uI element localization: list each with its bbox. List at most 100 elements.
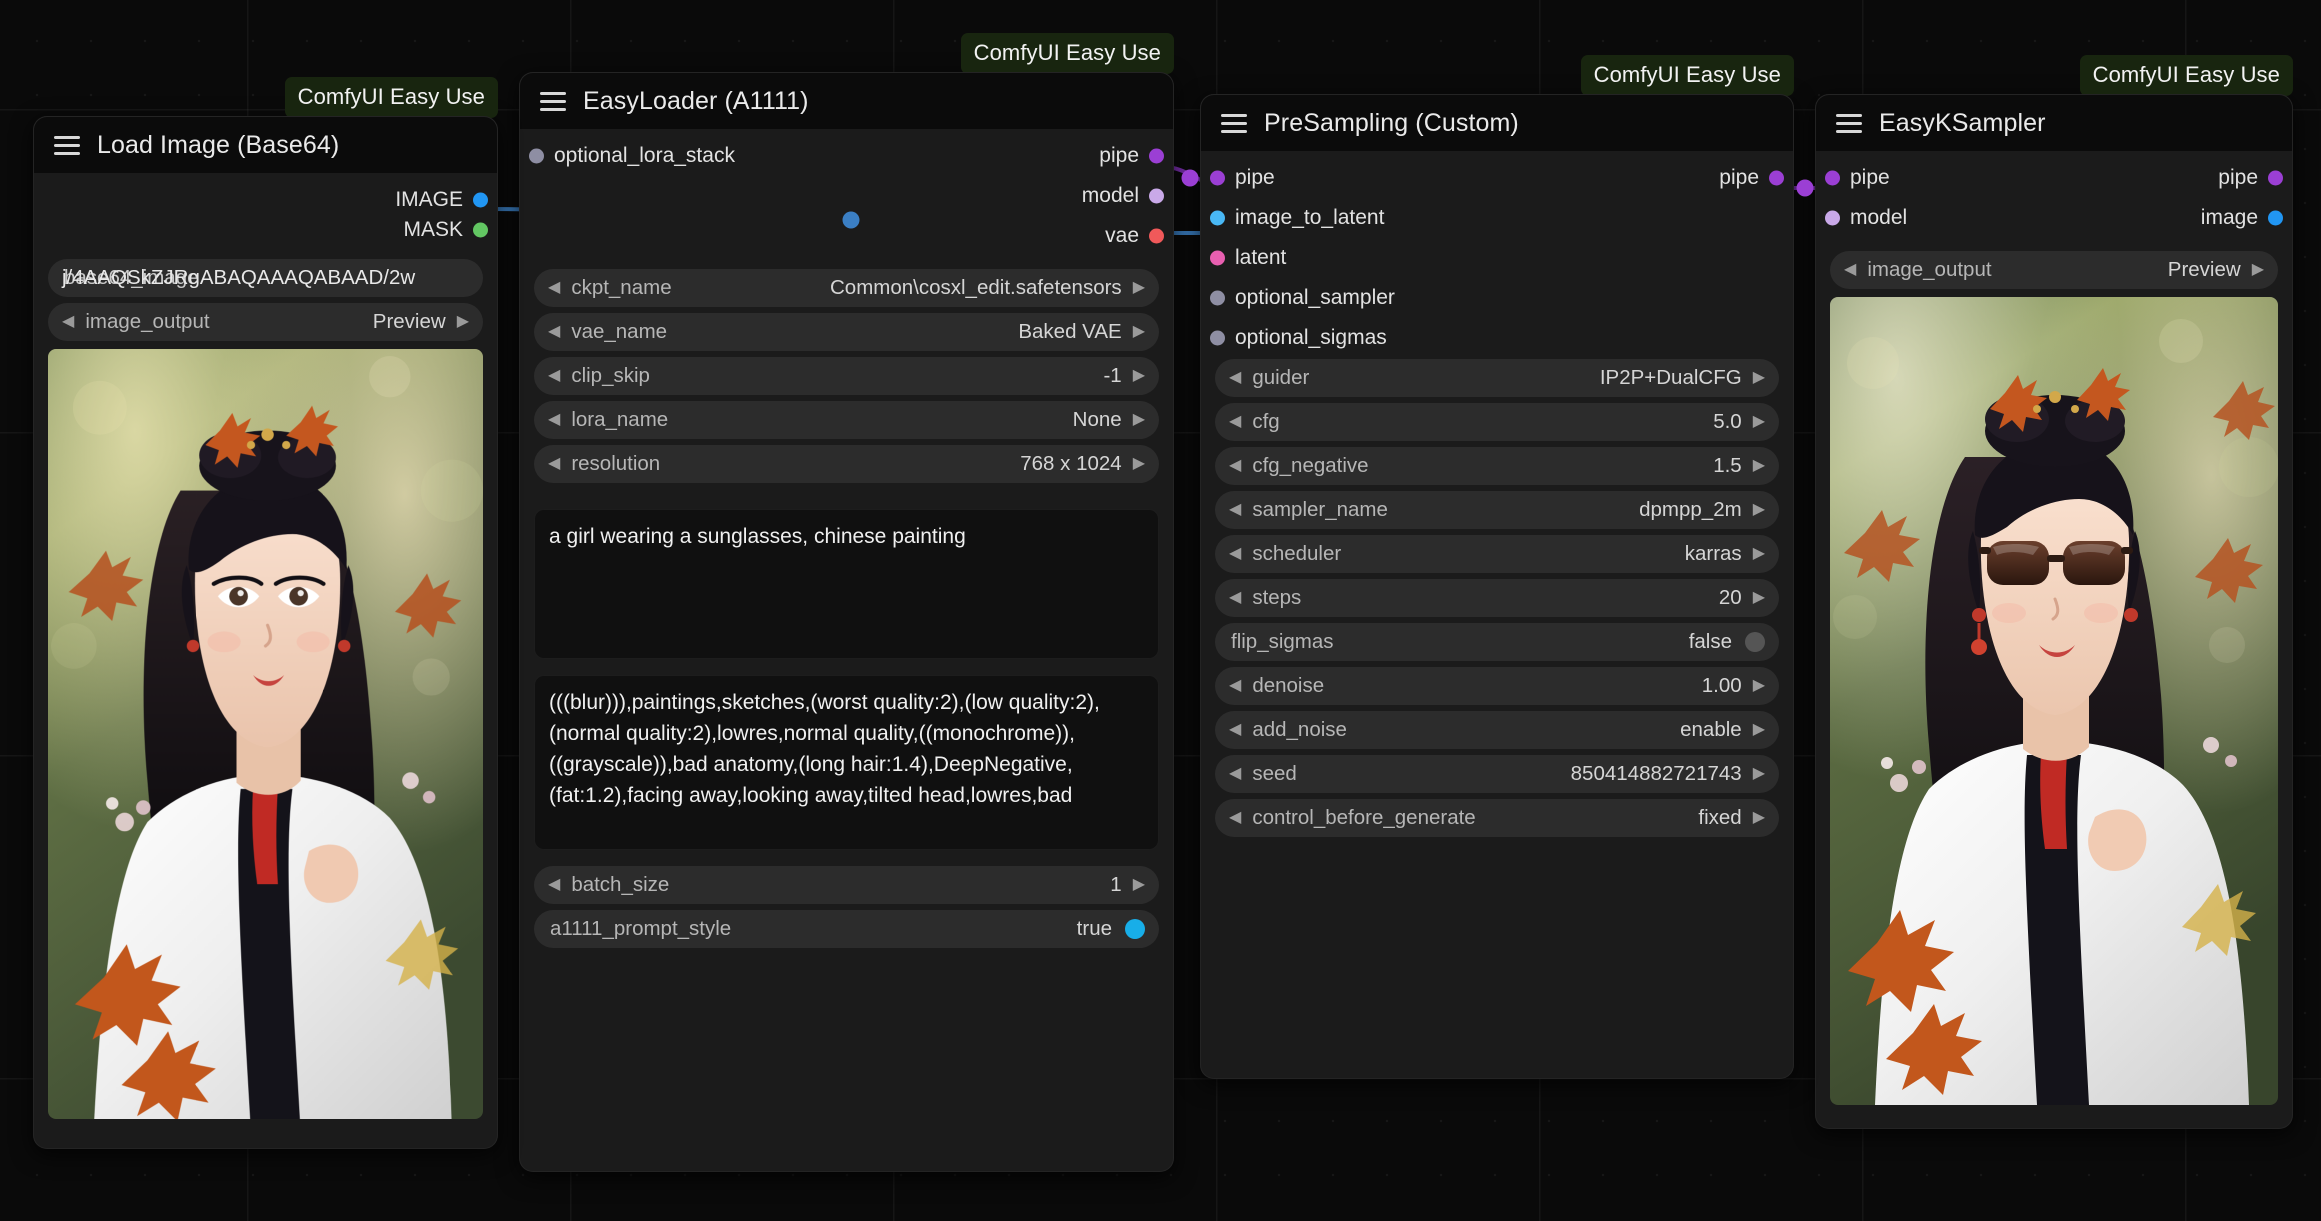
guider-widget[interactable]: ◀ guider IP2P+DualCFG ▶ [1215,359,1779,397]
a1111-prompt-style-toggle[interactable] [1125,919,1145,939]
arrow-left-icon[interactable]: ◀ [548,280,560,296]
a1111-prompt-style-widget[interactable]: a1111_prompt_style true [534,910,1159,948]
input-port-latent[interactable]: latent [1201,243,1793,273]
output-port-image[interactable]: IMAGE [34,185,497,215]
clip-skip-widget[interactable]: ◀ clip_skip -1 ▶ [534,357,1159,395]
hamburger-menu-icon[interactable] [54,135,80,155]
cfg-negative-widget[interactable]: ◀ cfg_negative 1.5 ▶ [1215,447,1779,485]
link-midpoint-pipe-presampling[interactable] [1796,179,1814,197]
port-dot-latent[interactable] [1210,250,1225,266]
node-easyksampler[interactable]: ComfyUI Easy Use EasyKSampler pipe pipe [1815,55,2293,1129]
port-dot-pipe-out-ksampler[interactable] [2268,170,2283,186]
output-port-pipe-presampling[interactable]: pipe [1201,163,1793,193]
arrow-left-icon[interactable]: ◀ [1229,370,1241,386]
port-dot-image-ksampler[interactable] [2268,210,2283,226]
arrow-left-icon[interactable]: ◀ [1229,502,1241,518]
arrow-left-icon[interactable]: ◀ [548,412,560,428]
control-before-generate-widget[interactable]: ◀ control_before_generate fixed ▶ [1215,799,1779,837]
port-dot-image-to-latent[interactable] [1210,210,1225,226]
hamburger-menu-icon[interactable] [540,91,566,111]
node-presampling-custom[interactable]: ComfyUI Easy Use PreSampling (Custom) pi… [1200,55,1794,1079]
resolution-widget[interactable]: ◀ resolution 768 x 1024 ▶ [534,445,1159,483]
add-noise-widget[interactable]: ◀ add_noise enable ▶ [1215,711,1779,749]
node-header-load-image[interactable]: Load Image (Base64) [34,117,497,173]
arrow-left-icon[interactable]: ◀ [1844,262,1856,278]
ckpt-name-widget[interactable]: ◀ ckpt_name Common\cosxl_edit.safetensor… [534,269,1159,307]
input-port-optional-sigmas[interactable]: optional_sigmas [1201,323,1793,353]
arrow-left-icon[interactable]: ◀ [1229,546,1241,562]
arrow-right-icon[interactable]: ▶ [1753,370,1765,386]
port-dot-image[interactable] [473,192,488,208]
hamburger-menu-icon[interactable] [1221,113,1247,133]
arrow-left-icon[interactable]: ◀ [1229,810,1241,826]
flip-sigmas-widget[interactable]: flip_sigmas false [1215,623,1779,661]
node-easyloader-a1111[interactable]: ComfyUI Easy Use EasyLoader (A1111) opti… [519,33,1174,1172]
link-midpoint-image[interactable] [842,211,860,229]
input-port-optional-sampler[interactable]: optional_sampler [1201,283,1793,313]
port-dot-pipe-loader[interactable] [1149,148,1164,164]
output-port-pipe-loader[interactable]: pipe [520,141,1173,171]
base64-image-field[interactable]: base64_image j/4AAQSkZJRgABAQAAAQABAAD/2… [48,259,483,297]
preview-image-ksampler[interactable] [1830,297,2278,1105]
arrow-right-icon[interactable]: ▶ [1133,877,1145,893]
batch-size-widget[interactable]: ◀ batch_size 1 ▶ [534,866,1159,904]
port-dot-model-loader[interactable] [1149,188,1164,204]
port-dot-optional-sigmas[interactable] [1210,330,1225,346]
cfg-widget[interactable]: ◀ cfg 5.0 ▶ [1215,403,1779,441]
input-port-image-to-latent[interactable]: image_to_latent [1201,203,1793,233]
arrow-left-icon[interactable]: ◀ [1229,414,1241,430]
node-header-presampling[interactable]: PreSampling (Custom) [1201,95,1793,151]
arrow-right-icon[interactable]: ▶ [1753,678,1765,694]
seed-widget[interactable]: ◀ seed 850414882721743 ▶ [1215,755,1779,793]
arrow-right-icon[interactable]: ▶ [1753,502,1765,518]
port-dot-pipe-out-presampling[interactable] [1769,170,1784,186]
arrow-left-icon[interactable]: ◀ [1229,458,1241,474]
denoise-widget[interactable]: ◀ denoise 1.00 ▶ [1215,667,1779,705]
arrow-right-icon[interactable]: ▶ [1753,722,1765,738]
positive-prompt-textarea[interactable]: a girl wearing a sunglasses, chinese pai… [534,509,1159,659]
arrow-left-icon[interactable]: ◀ [62,314,74,330]
arrow-left-icon[interactable]: ◀ [1229,766,1241,782]
node-header-easyksampler[interactable]: EasyKSampler [1816,95,2292,151]
vae-name-widget[interactable]: ◀ vae_name Baked VAE ▶ [534,313,1159,351]
arrow-right-icon[interactable]: ▶ [1133,368,1145,384]
arrow-left-icon[interactable]: ◀ [1229,722,1241,738]
arrow-right-icon[interactable]: ▶ [457,314,469,330]
arrow-right-icon[interactable]: ▶ [1133,412,1145,428]
arrow-right-icon[interactable]: ▶ [1753,810,1765,826]
flip-sigmas-toggle[interactable] [1745,632,1765,652]
image-output-widget-ksampler[interactable]: ◀ image_output Preview ▶ [1830,251,2278,289]
comfyui-canvas[interactable]: ComfyUI Easy Use Load Image (Base64) IMA… [0,0,2321,1221]
port-dot-optional-sampler[interactable] [1210,290,1225,306]
lora-name-widget[interactable]: ◀ lora_name None ▶ [534,401,1159,439]
steps-widget[interactable]: ◀ steps 20 ▶ [1215,579,1779,617]
port-dot-mask[interactable] [473,222,488,238]
image-output-widget-load[interactable]: ◀ image_output Preview ▶ [48,303,483,341]
arrow-right-icon[interactable]: ▶ [1133,280,1145,296]
negative-prompt-textarea[interactable]: (((blur))),paintings,sketches,(worst qua… [534,675,1159,850]
arrow-left-icon[interactable]: ◀ [1229,590,1241,606]
node-load-image-base64[interactable]: ComfyUI Easy Use Load Image (Base64) IMA… [33,77,498,1149]
arrow-left-icon[interactable]: ◀ [548,456,560,472]
link-midpoint-pipe-loader[interactable] [1181,169,1199,187]
arrow-right-icon[interactable]: ▶ [1753,546,1765,562]
output-port-mask[interactable]: MASK [34,215,497,245]
arrow-left-icon[interactable]: ◀ [548,368,560,384]
output-port-pipe-ksampler[interactable]: pipe [1816,163,2292,193]
arrow-right-icon[interactable]: ▶ [1133,456,1145,472]
arrow-right-icon[interactable]: ▶ [1753,766,1765,782]
output-port-model-loader[interactable]: model [520,181,1173,211]
arrow-right-icon[interactable]: ▶ [2252,262,2264,278]
arrow-right-icon[interactable]: ▶ [1753,414,1765,430]
port-dot-vae-loader[interactable] [1149,228,1164,244]
output-port-image-ksampler[interactable]: image [1816,203,2292,233]
hamburger-menu-icon[interactable] [1836,113,1862,133]
sampler-name-widget[interactable]: ◀ sampler_name dpmpp_2m ▶ [1215,491,1779,529]
scheduler-widget[interactable]: ◀ scheduler karras ▶ [1215,535,1779,573]
arrow-right-icon[interactable]: ▶ [1133,324,1145,340]
arrow-right-icon[interactable]: ▶ [1753,590,1765,606]
arrow-left-icon[interactable]: ◀ [1229,678,1241,694]
arrow-left-icon[interactable]: ◀ [548,324,560,340]
preview-image-load[interactable] [48,349,483,1119]
arrow-left-icon[interactable]: ◀ [548,877,560,893]
